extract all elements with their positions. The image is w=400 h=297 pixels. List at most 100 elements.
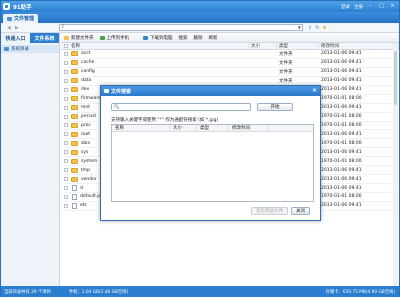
upload-icon xyxy=(99,35,105,40)
cell-time: 2013-01-06 09:41 xyxy=(321,176,362,182)
row-checkbox[interactable] xyxy=(64,78,68,83)
cell-time: 2013-01-06 09:41 xyxy=(321,87,362,93)
row-checkbox[interactable] xyxy=(64,51,68,56)
upload-button[interactable]: 上传到手机 xyxy=(97,33,133,42)
chevron-down-icon[interactable]: ▼ xyxy=(298,25,301,30)
table-row[interactable]: acct 文件夹 2013-01-06 09:41 xyxy=(61,50,399,59)
row-checkbox[interactable] xyxy=(64,96,68,101)
search-input[interactable]: 🔍 xyxy=(111,103,251,111)
maximize-icon[interactable]: □ xyxy=(378,4,385,10)
col-type[interactable]: 类型 xyxy=(277,43,319,49)
locate-file-button[interactable]: 定位到该文件 xyxy=(251,207,288,215)
tab-file-system[interactable]: 文件系统 xyxy=(30,33,59,43)
table-header: 名称 大小 类型 修改时间 xyxy=(61,43,399,50)
folder-icon xyxy=(71,69,78,75)
new-folder-label: 新建文件夹 xyxy=(71,35,94,41)
folder-icon xyxy=(71,131,78,137)
col-time[interactable]: 修改时间 xyxy=(319,43,399,49)
col-name-label: 名称 xyxy=(71,44,80,49)
row-checkbox[interactable] xyxy=(64,186,68,191)
row-checkbox[interactable] xyxy=(64,69,68,74)
sidebar-item-system-dir[interactable]: 系统目录 xyxy=(1,45,59,53)
dialog-search-row: 🔍 开始 xyxy=(111,103,293,111)
row-checkbox[interactable] xyxy=(64,141,68,146)
close-icon[interactable]: × xyxy=(389,4,396,10)
scroll-thumb[interactable] xyxy=(394,51,397,105)
dialog-title-bar: 文件搜索 × xyxy=(101,86,320,96)
row-checkbox[interactable] xyxy=(64,177,68,182)
col-size[interactable]: 大小 xyxy=(249,43,277,49)
folder-icon xyxy=(71,149,78,155)
table-row[interactable]: config 文件夹 2013-01-06 09:41 xyxy=(61,68,399,77)
results-col-time[interactable]: 修改时间 xyxy=(229,125,269,131)
select-all-checkbox[interactable] xyxy=(64,44,68,48)
results-col-size[interactable]: 大小 xyxy=(170,125,197,131)
file-name: sbin xyxy=(81,140,91,146)
cell-type: 文件夹 xyxy=(279,60,293,66)
row-checkbox[interactable] xyxy=(64,194,68,199)
app-logo-icon xyxy=(3,3,10,10)
sidebar-item-label: 系统目录 xyxy=(11,47,29,52)
dialog-close-icon[interactable]: × xyxy=(312,88,317,94)
col-name[interactable]: 名称 xyxy=(61,43,249,49)
file-name: dev xyxy=(81,87,90,93)
row-checkbox[interactable] xyxy=(64,114,68,119)
file-icon xyxy=(72,202,77,209)
row-checkbox[interactable] xyxy=(64,105,68,110)
up-icon[interactable]: ⇧ xyxy=(308,25,312,31)
app-title: 91助手 xyxy=(13,4,32,11)
file-name: persist xyxy=(81,114,97,120)
cell-time: 2013-01-06 09:41 xyxy=(321,167,362,173)
download-button[interactable]: 下载到电脑 xyxy=(140,33,176,42)
refresh-icon[interactable]: ↻ xyxy=(315,25,319,31)
row-checkbox[interactable] xyxy=(64,203,68,208)
forward-icon[interactable]: ▶ xyxy=(15,25,19,31)
scrollbar[interactable] xyxy=(393,43,398,286)
row-checkbox[interactable] xyxy=(64,168,68,173)
minimize-icon[interactable]: – xyxy=(367,4,374,10)
path-input[interactable]: / ▼ xyxy=(59,24,303,31)
row-checkbox[interactable] xyxy=(64,150,68,155)
results-col-name[interactable]: 名称 xyxy=(112,125,170,131)
cell-name: acct xyxy=(61,50,249,58)
toolbar: 新建文件夹 上传到手机 下载到电脑 搜索 删除 刷新 xyxy=(61,33,399,43)
row-checkbox[interactable] xyxy=(64,132,68,137)
dialog-close-button[interactable]: 关闭 xyxy=(291,207,310,215)
download-icon xyxy=(143,35,148,40)
row-checkbox[interactable] xyxy=(64,60,68,65)
tab-quick-access[interactable]: 快速入口 xyxy=(1,33,30,43)
refresh-button[interactable]: 刷新 xyxy=(206,33,221,42)
table-row[interactable]: cache 文件夹 2013-01-06 09:41 xyxy=(61,59,399,68)
new-folder-button[interactable]: 新建文件夹 xyxy=(61,33,97,42)
cell-name: config xyxy=(61,68,249,76)
folder-icon xyxy=(71,78,78,84)
tab-file-manager[interactable]: 文件管理 xyxy=(3,14,39,23)
login-link[interactable]: 登录 xyxy=(341,4,350,10)
cell-time: 2013-01-06 09:41 xyxy=(321,149,362,155)
cell-time: 2013-01-06 09:41 xyxy=(321,51,362,57)
delete-button[interactable]: 删除 xyxy=(191,33,206,42)
start-search-button[interactable]: 开始 xyxy=(257,103,293,111)
path-text: / xyxy=(62,25,64,30)
folder-icon xyxy=(71,167,78,173)
cell-time: 2013-01-06 09:41 xyxy=(321,60,362,66)
cell-type: 文件夹 xyxy=(279,78,293,84)
cell-size xyxy=(249,59,277,67)
search-button[interactable]: 搜索 xyxy=(176,33,191,42)
search-label: 搜索 xyxy=(178,35,188,41)
results-col-type[interactable]: 类型 xyxy=(197,125,229,131)
row-checkbox[interactable] xyxy=(64,159,68,164)
register-link[interactable]: 注册 xyxy=(354,4,363,10)
row-checkbox[interactable] xyxy=(64,123,68,128)
upload-label: 上传到手机 xyxy=(106,35,130,41)
cell-size xyxy=(249,50,277,58)
back-icon[interactable]: ◀ xyxy=(7,25,11,31)
left-pane: 快速入口 文件系统 系统目录 xyxy=(1,33,60,286)
row-checkbox[interactable] xyxy=(64,87,68,92)
file-name: system xyxy=(81,158,98,164)
cell-time: 1970-01-01 08:00 xyxy=(321,122,362,128)
favorite-icon[interactable]: ★ xyxy=(322,25,326,31)
folder-icon xyxy=(71,87,78,93)
dialog-footer: 定位到该文件 关闭 xyxy=(251,207,310,215)
cell-time: 1970-01-01 08:00 xyxy=(321,114,362,120)
